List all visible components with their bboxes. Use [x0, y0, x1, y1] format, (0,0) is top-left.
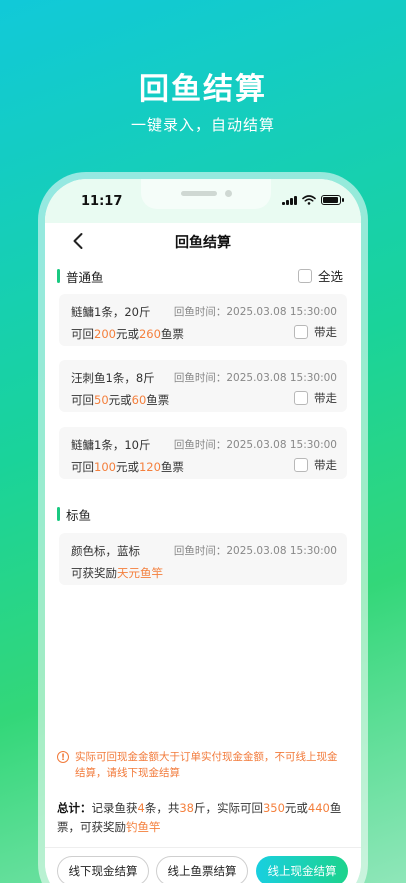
- return-time: 回鱼时间：2025.03.08 15:30:00: [173, 372, 337, 384]
- ticket-amount: 60: [131, 393, 147, 407]
- ticket-amount: 120: [138, 460, 161, 474]
- signal-icon: [282, 195, 297, 205]
- warning-text: 实际可回现金金额大于订单实付现金金额，不可线上现金结算，请线下现金结算: [75, 751, 338, 779]
- ticket-amount: 260: [138, 327, 161, 341]
- offline-cash-settle-button[interactable]: 线下现金结算: [57, 856, 149, 883]
- tag-fish-card: 颜色标，蓝标 回鱼时间：2025.03.08 15:30:00 可获奖励天元鱼竿: [59, 533, 347, 585]
- page-title: 回鱼结算: [175, 235, 231, 251]
- total-summary: 总计：记录鱼获4条，共38斤，实际可回350元或440鱼票，可获奖励钓鱼竿: [57, 801, 342, 834]
- return-time: 回鱼时间：2025.03.08 15:30:00: [173, 306, 337, 318]
- take-away-label: 带走: [314, 325, 337, 339]
- warning-icon: [57, 750, 69, 766]
- select-all-checkbox[interactable]: [297, 268, 312, 283]
- reward-line: 可获奖励天元鱼竿: [71, 566, 163, 580]
- tag-fish-section-header: 标鱼: [57, 504, 343, 524]
- section-accent-bar: [57, 269, 60, 283]
- return-time: 回鱼时间：2025.03.08 15:30:00: [173, 545, 337, 557]
- cash-amount: 200: [94, 327, 116, 341]
- cash-amount: 100: [94, 460, 116, 474]
- section-title: 普通鱼: [66, 269, 104, 285]
- total-label: 总计：: [57, 801, 92, 815]
- return-value: 可回100元或120鱼票: [71, 460, 184, 474]
- speaker-icon: [181, 191, 217, 196]
- tag-description: 颜色标，蓝标: [71, 544, 140, 558]
- return-value: 可回50元或60鱼票: [71, 393, 170, 407]
- battery-icon: [321, 195, 344, 205]
- hero-subtitle: 一键录入，自动结算: [130, 116, 275, 134]
- phone-frame: 11:17 回鱼结算 普通鱼 全选 鲢鳙1条，20斤 回鱼时间：2025.03.…: [38, 172, 368, 883]
- fish-description: 汪刺鱼1条，8斤: [71, 371, 155, 385]
- fish-count: 4: [137, 801, 145, 815]
- fish-description: 鲢鳙1条，20斤: [71, 305, 151, 319]
- fish-description: 鲢鳙1条，10斤: [71, 438, 151, 452]
- return-time: 回鱼时间：2025.03.08 15:30:00: [173, 439, 337, 451]
- online-cash-settle-button[interactable]: 线上现金结算: [256, 856, 348, 883]
- select-all-label: 全选: [317, 269, 343, 284]
- camera-icon: [225, 190, 232, 197]
- return-value: 可回200元或260鱼票: [71, 327, 184, 341]
- reward-name: 天元鱼竿: [117, 566, 163, 580]
- take-away-label: 带走: [314, 458, 337, 472]
- total-weight: 38: [179, 801, 194, 815]
- wifi-icon: [302, 195, 316, 205]
- fish-record-card: 鲢鳙1条，10斤 回鱼时间：2025.03.08 15:30:00 可回100元…: [59, 427, 347, 479]
- take-away-toggle[interactable]: 带走: [294, 390, 337, 406]
- select-all-toggle[interactable]: 全选: [297, 266, 343, 285]
- total-tickets: 440: [307, 801, 330, 815]
- take-away-checkbox[interactable]: [294, 325, 308, 339]
- status-icons: [282, 195, 344, 205]
- content-area: 普通鱼 全选 鲢鳙1条，20斤 回鱼时间：2025.03.08 15:30:00…: [45, 259, 361, 883]
- common-fish-section-header: 普通鱼 全选: [57, 266, 343, 286]
- fish-record-card: 汪刺鱼1条，8斤 回鱼时间：2025.03.08 15:30:00 可回50元或…: [59, 360, 347, 412]
- settlement-warning: 实际可回现金金额大于订单实付现金金额，不可线上现金结算，请线下现金结算: [57, 749, 347, 781]
- status-bar: 11:17: [45, 179, 361, 223]
- take-away-label: 带走: [314, 391, 337, 405]
- action-bar: 线下现金结算 线上鱼票结算 线上现金结算: [45, 847, 361, 883]
- take-away-checkbox[interactable]: [294, 458, 308, 472]
- phone-screen: 11:17 回鱼结算 普通鱼 全选 鲢鳙1条，20斤 回鱼时间：2025.03.…: [45, 179, 361, 883]
- take-away-toggle[interactable]: 带走: [294, 457, 337, 473]
- take-away-checkbox[interactable]: [294, 391, 308, 405]
- hero-title: 回鱼结算: [139, 72, 267, 107]
- notch: [141, 179, 271, 209]
- cash-amount: 50: [94, 393, 109, 407]
- online-ticket-settle-button[interactable]: 线上鱼票结算: [156, 856, 248, 883]
- total-reward: 钓鱼竿: [126, 820, 161, 834]
- nav-bar: 回鱼结算: [45, 223, 361, 259]
- status-time: 11:17: [81, 194, 123, 209]
- take-away-toggle[interactable]: 带走: [294, 324, 337, 340]
- fish-record-card: 鲢鳙1条，20斤 回鱼时间：2025.03.08 15:30:00 可回200元…: [59, 294, 347, 346]
- section-title: 标鱼: [66, 507, 92, 523]
- section-accent-bar: [57, 507, 60, 521]
- total-cash: 350: [262, 801, 285, 815]
